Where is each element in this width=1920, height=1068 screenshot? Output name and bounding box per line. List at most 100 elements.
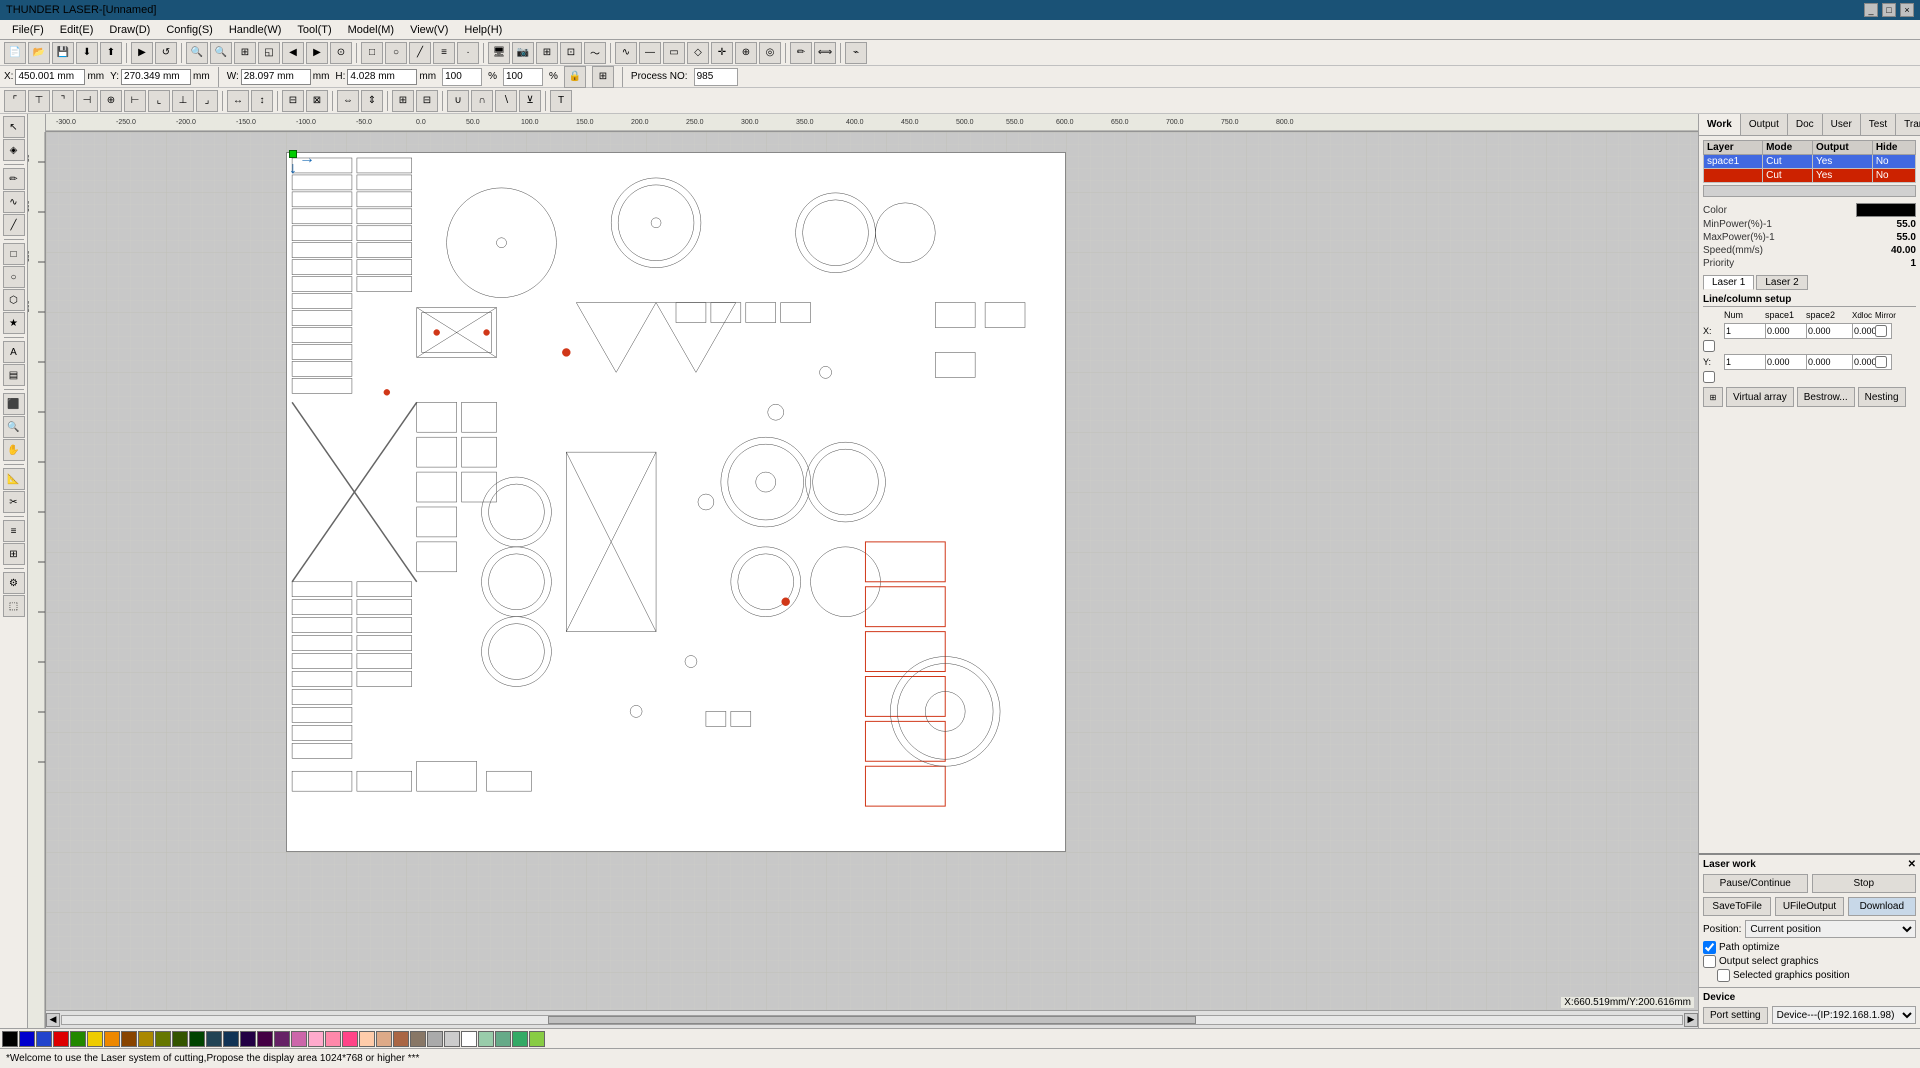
drawing-surface[interactable]: → ↓ X:660.519mm/Y:200.616mm: [46, 132, 1698, 1010]
palette-color[interactable]: [376, 1031, 392, 1047]
lock-ratio-btn[interactable]: 🔒: [564, 66, 586, 88]
x-input[interactable]: [15, 69, 85, 85]
rect-tool[interactable]: □: [361, 42, 383, 64]
palette-color[interactable]: [104, 1031, 120, 1047]
config-tool[interactable]: ⚙: [3, 572, 25, 594]
tab-test[interactable]: Test: [1861, 114, 1896, 135]
node-tool[interactable]: ◈: [3, 139, 25, 161]
align-mc[interactable]: ⊕: [100, 90, 122, 112]
virtual-array-btn[interactable]: Virtual array: [1726, 387, 1794, 407]
bezier-tool[interactable]: ∿: [3, 191, 25, 213]
rect-tool-l[interactable]: □: [3, 243, 25, 265]
close-button[interactable]: ×: [1900, 3, 1914, 17]
y-input[interactable]: [121, 69, 191, 85]
text-tool[interactable]: A: [3, 341, 25, 363]
diamond-btn[interactable]: ◇: [687, 42, 709, 64]
laser-work-close[interactable]: ✕: [1908, 859, 1916, 870]
menu-item-configs[interactable]: Config(S): [158, 22, 220, 38]
rect2-btn[interactable]: ▭: [663, 42, 685, 64]
lc-x-space2[interactable]: [1806, 323, 1854, 339]
align-br[interactable]: ⌟: [196, 90, 218, 112]
tab-output[interactable]: Output: [1741, 114, 1788, 135]
bestrow-btn[interactable]: Bestrow...: [1797, 387, 1855, 407]
palette-color[interactable]: [325, 1031, 341, 1047]
text-btn[interactable]: T: [550, 90, 572, 112]
palette-color[interactable]: [359, 1031, 375, 1047]
run-button[interactable]: ▶: [131, 42, 153, 64]
grid-btn[interactable]: ⊞: [536, 42, 558, 64]
palette-color[interactable]: [206, 1031, 222, 1047]
polygon-tool[interactable]: ⬡: [3, 289, 25, 311]
sym-btn[interactable]: ⊕: [735, 42, 757, 64]
circle-tool[interactable]: ○: [385, 42, 407, 64]
export-button[interactable]: ⬆: [100, 42, 122, 64]
diff-btn[interactable]: ∖: [495, 90, 517, 112]
port-setting-btn[interactable]: Port setting: [1703, 1007, 1768, 1024]
palette-color[interactable]: [2, 1031, 18, 1047]
table-row[interactable]: Cut Yes No: [1704, 169, 1916, 183]
maximize-button[interactable]: □: [1882, 3, 1896, 17]
stop-btn[interactable]: Stop: [1812, 874, 1917, 893]
palette-color[interactable]: [172, 1031, 188, 1047]
color-swatch[interactable]: [1856, 203, 1916, 217]
camera-btn[interactable]: 📷: [512, 42, 534, 64]
horizontal-scrollbar[interactable]: ◀ ▶: [46, 1010, 1698, 1028]
zoom-in-button[interactable]: 🔍: [186, 42, 208, 64]
zoom-fit-button[interactable]: ⊞: [234, 42, 256, 64]
align-tc[interactable]: ⊤: [28, 90, 50, 112]
ratio-btn[interactable]: ⊞: [592, 66, 614, 88]
monitor-btn[interactable]: 🖥: [488, 42, 510, 64]
palette-color[interactable]: [36, 1031, 52, 1047]
palette-color[interactable]: [121, 1031, 137, 1047]
download-btn[interactable]: Download: [1848, 897, 1916, 916]
palette-color[interactable]: [461, 1031, 477, 1047]
process-input[interactable]: [694, 68, 738, 86]
minimize-button[interactable]: _: [1864, 3, 1878, 17]
tab-work[interactable]: Work: [1699, 114, 1741, 135]
star-tool[interactable]: ★: [3, 312, 25, 334]
menu-item-handlew[interactable]: Handle(W): [221, 22, 290, 38]
zoom-tool[interactable]: 🔍: [3, 416, 25, 438]
pen-tool[interactable]: ✏: [3, 168, 25, 190]
ufile-output-btn[interactable]: UFileOutput: [1775, 897, 1843, 916]
palette-color[interactable]: [393, 1031, 409, 1047]
palette-color[interactable]: [274, 1031, 290, 1047]
dot2-btn[interactable]: ⊡: [560, 42, 582, 64]
cross-btn[interactable]: ✛: [711, 42, 733, 64]
intersect-btn[interactable]: ∩: [471, 90, 493, 112]
group-btn[interactable]: ⊞: [392, 90, 414, 112]
layer-table-scrollbar[interactable]: [1703, 185, 1916, 197]
palette-color[interactable]: [342, 1031, 358, 1047]
xor-btn[interactable]: ⊻: [519, 90, 541, 112]
lc-y-mirror-h[interactable]: [1875, 356, 1887, 368]
lc-x-mirror-h[interactable]: [1875, 325, 1887, 337]
array-icon-btn[interactable]: ⊞: [1703, 387, 1723, 407]
palette-color[interactable]: [291, 1031, 307, 1047]
palette-color[interactable]: [529, 1031, 545, 1047]
new-button[interactable]: 📄: [4, 42, 26, 64]
canvas-area[interactable]: 50 100 150 200 -300.0: [28, 114, 1698, 1028]
nesting-btn[interactable]: Nesting: [1858, 387, 1906, 407]
hand-tool[interactable]: ✋: [3, 439, 25, 461]
dot-btn[interactable]: ·: [457, 42, 479, 64]
align-bl[interactable]: ⌞: [148, 90, 170, 112]
wave-btn[interactable]: 〜: [584, 42, 606, 64]
zoom-sel-button[interactable]: ◱: [258, 42, 280, 64]
menu-item-drawd[interactable]: Draw(D): [101, 22, 158, 38]
menu-item-modelm[interactable]: Model(M): [340, 22, 402, 38]
dist-v[interactable]: ⊠: [306, 90, 328, 112]
palette-color[interactable]: [70, 1031, 86, 1047]
hscroll-track[interactable]: [61, 1015, 1683, 1025]
align-bc[interactable]: ⊥: [172, 90, 194, 112]
union-btn[interactable]: ∪: [447, 90, 469, 112]
select-tool[interactable]: ↖: [3, 116, 25, 138]
curve-btn[interactable]: ∿: [615, 42, 637, 64]
pause-continue-btn[interactable]: Pause/Continue: [1703, 874, 1808, 893]
tab-transform[interactable]: Transform: [1896, 114, 1920, 135]
flip-h[interactable]: ⇔: [337, 90, 359, 112]
pct1-input[interactable]: [442, 68, 482, 86]
palette-color[interactable]: [308, 1031, 324, 1047]
save-to-file-btn[interactable]: SaveToFile: [1703, 897, 1771, 916]
scroll-right-btn[interactable]: ▶: [1684, 1013, 1698, 1027]
h-input[interactable]: [347, 69, 417, 85]
